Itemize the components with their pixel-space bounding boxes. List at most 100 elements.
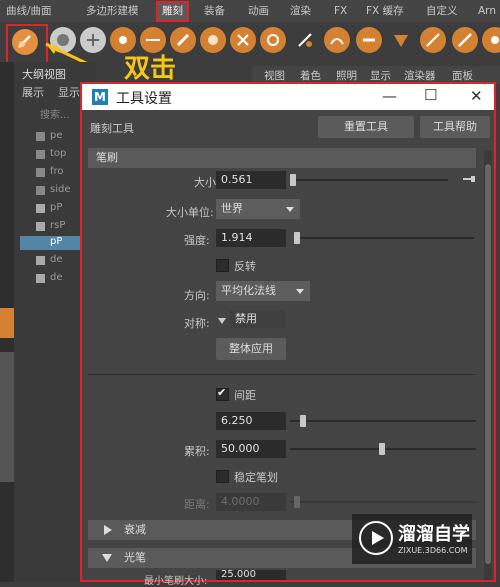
direction-label: 方向: [184,289,210,302]
steady-stroke-label: 稳定笔划 [234,471,278,484]
maximize-icon[interactable]: ☐ [424,86,437,104]
buildup-field[interactable]: 50.000 [216,440,286,458]
minimize-icon[interactable]: — [382,87,397,105]
size-unit-dropdown[interactable]: 世界 [216,199,300,219]
imprint-tool-icon[interactable] [292,27,318,53]
list-item[interactable]: de [36,272,63,286]
mesh-icon [36,222,45,231]
reflect-checkbox[interactable] [216,259,229,272]
distance-label: 距离: [184,498,210,511]
annotation-double-click: 双击 [124,54,177,84]
group-icon [36,256,45,265]
fill-tool-icon[interactable] [388,27,414,53]
list-item[interactable]: rsP [36,220,65,234]
list-item[interactable]: pP [36,202,62,216]
knife-tool-icon[interactable] [420,27,446,53]
steady-stroke-checkbox[interactable] [216,470,229,483]
outliner-menu-show[interactable]: 显示 [58,84,80,100]
tool-help-button[interactable]: 工具帮助 [420,116,490,138]
reflect-label: 反转 [234,260,256,273]
watermark-title: 溜溜自学 [398,524,470,545]
wax-tool-icon[interactable] [324,27,350,53]
reset-tool-button[interactable]: 重置工具 [318,116,414,138]
tab-custom[interactable]: 自定义 [426,3,458,19]
section-brush[interactable]: 笔刷 [88,148,476,168]
left-toolbar [0,62,14,582]
menu-shading[interactable]: 着色 [300,68,321,83]
pin-icon[interactable] [462,174,476,184]
size-slider[interactable] [290,174,296,186]
camera-icon [36,132,45,141]
scrollbar-thumb[interactable] [485,164,491,564]
list-item[interactable]: top [36,148,66,162]
apply-all-button[interactable]: 整体应用 [216,338,286,360]
foamy-tool-icon[interactable] [200,27,226,53]
bulge-tool-icon[interactable] [482,27,500,53]
menu-lighting[interactable]: 照明 [336,68,357,83]
menu-renderer[interactable]: 渲染器 [404,68,436,83]
spray-tool-icon[interactable] [230,27,256,53]
tab-arnold[interactable]: Arn [478,3,496,19]
chevron-down-icon [296,289,304,294]
camera-icon [36,168,45,177]
min-brush-size-field[interactable]: 25.000 [216,570,286,580]
tab-rigging[interactable]: 装备 [204,3,225,19]
maya-logo-icon: M [92,89,108,105]
strength-field[interactable]: 1.914 [216,229,286,247]
scrape-tool-icon[interactable] [356,27,382,53]
layout-buttons[interactable] [0,352,14,482]
chevron-down-icon[interactable] [218,318,226,324]
close-icon[interactable]: ✕ [470,87,483,105]
spacing-label: 间距 [234,389,256,402]
window-titlebar[interactable]: M 工具设置 — ☐ ✕ [82,84,494,110]
tab-poly-modeling[interactable]: 多边形建模 [86,3,139,19]
watermark-url: ZIXUE.3D66.COM [398,546,468,555]
outliner-search[interactable]: 搜索... [40,106,70,121]
chevron-down-icon [286,207,294,212]
strength-slider[interactable] [294,232,300,244]
window-scrollbar[interactable] [484,150,492,580]
tab-fx[interactable]: FX [334,3,347,19]
set-icon [36,274,45,283]
tool-settings-window: M 工具设置 — ☐ ✕ 雕刻工具 重置工具 工具帮助 笔刷 大小: 0.561… [80,82,496,587]
outliner-menu-display[interactable]: 展示 [22,84,44,100]
menu-bar: 曲线/曲面 多边形建模 雕刻 装备 动画 渲染 FX FX 缓存 自定义 Arn [0,0,500,23]
tab-sculpting[interactable]: 雕刻 [156,1,189,22]
list-item[interactable]: pe [36,130,63,144]
distance-field[interactable]: 4.0000 [216,493,286,511]
watermark-logo-icon [359,521,393,555]
min-brush-size-label: 最小笔刷大小: [144,576,208,587]
symmetry-field[interactable]: 禁用 [230,310,286,328]
menu-panels[interactable]: 面板 [452,68,473,83]
sculpt-tool-icon[interactable] [12,29,38,55]
active-tool-indicator [0,308,14,338]
distance-slider[interactable] [294,496,300,508]
mesh-icon [36,204,45,213]
chevron-right-icon[interactable] [104,525,112,535]
camera-icon [36,186,45,195]
strength-slider-track [294,237,474,239]
list-item[interactable]: side [36,184,71,198]
list-item[interactable]: fro [36,166,64,180]
spacing-checkbox[interactable] [216,386,229,401]
smear-tool-icon[interactable] [452,27,478,53]
size-field[interactable]: 0.561 [216,171,286,189]
menu-view[interactable]: 视图 [264,68,285,83]
spacing-field[interactable]: 6.250 [216,412,286,430]
tab-rendering[interactable]: 渲染 [290,3,311,19]
tab-fx-cache[interactable]: FX 缓存 [366,3,404,19]
symmetry-label: 对称: [184,317,210,330]
camera-icon [36,150,45,159]
tab-curves[interactable]: 曲线/曲面 [6,3,52,19]
spacing-slider[interactable] [300,415,306,427]
list-item[interactable]: de [36,254,63,268]
size-slider-track [294,179,448,181]
spacing-slider-track [290,420,476,422]
tab-animation[interactable]: 动画 [248,3,269,19]
buildup-slider[interactable] [379,443,385,455]
window-title: 工具设置 [116,91,172,107]
chevron-down-icon[interactable] [102,554,112,562]
repeat-tool-icon[interactable] [260,27,286,53]
direction-dropdown[interactable]: 平均化法线 [216,281,310,301]
menu-show[interactable]: 显示 [370,68,391,83]
